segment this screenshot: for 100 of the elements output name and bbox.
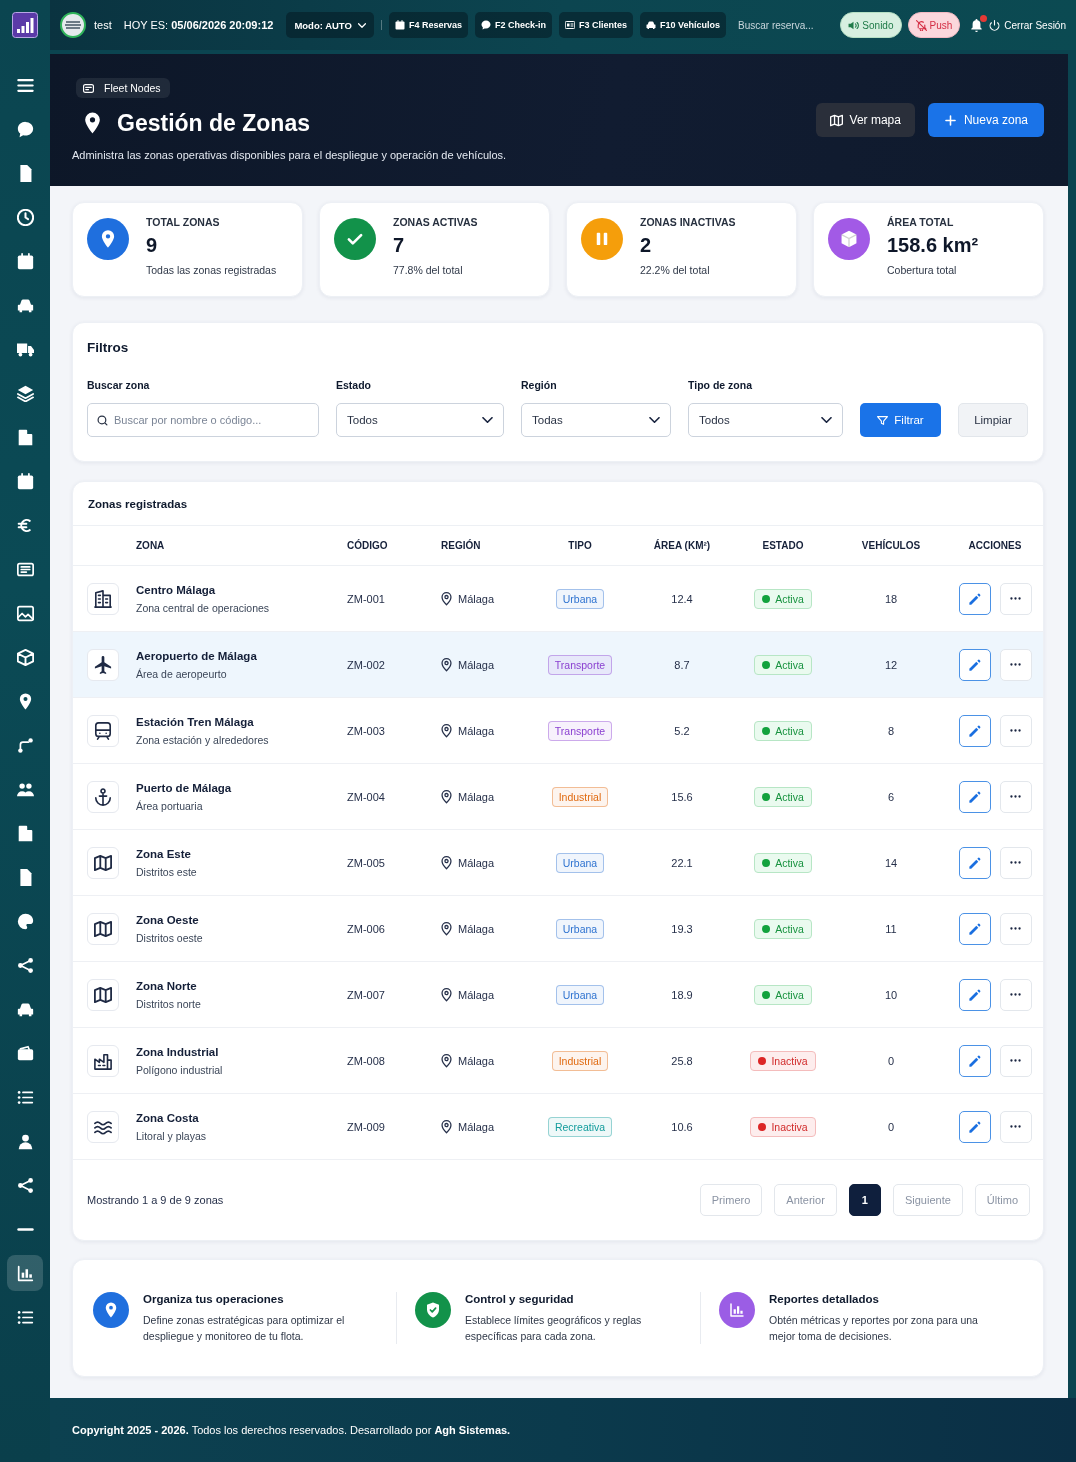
logout-button[interactable]: Cerrar Sesión (989, 19, 1066, 31)
shortcut-button[interactable]: F2 Check-in (474, 12, 552, 38)
zone-code: ZM-001 (347, 592, 385, 605)
region-name: Málaga (458, 922, 495, 935)
field-label: Región (521, 378, 557, 392)
table-row[interactable]: Zona Costa Litoral y playas ZM-009 Málaga Recreativa 10.6 Inactiva 0 (73, 1094, 1043, 1160)
column-header: VEHÍCULOS (861, 540, 921, 551)
edit-button[interactable] (958, 978, 991, 1011)
area-value: 12.4 (671, 592, 693, 605)
stat-label: ZONAS ACTIVAS (393, 215, 478, 229)
table-row[interactable]: Zona Norte Distritos norte ZM-007 Málaga Urbana 18.9 Activa 10 (73, 962, 1043, 1028)
type-badge: Transporte (547, 654, 613, 675)
table-row[interactable]: Zona Oeste Distritos oeste ZM-006 Málaga Urbana 19.3 Activa 11 (73, 896, 1043, 962)
column-header: TIPO (568, 540, 592, 551)
image-icon (16, 604, 34, 622)
table-row[interactable]: Zona Industrial Polígono industrial ZM-008 Málaga Industrial 25.8 Inactiva 0 (73, 1028, 1043, 1094)
palette-icon (16, 912, 34, 930)
dots-icon (1010, 663, 1021, 666)
edit-button[interactable] (958, 912, 991, 945)
avatar-icon[interactable] (60, 12, 86, 38)
status-dot-icon (762, 660, 771, 669)
factory-icon (87, 1044, 119, 1077)
sidebar-item[interactable] (7, 1255, 43, 1291)
map-icon (87, 846, 119, 879)
status-label: Activa (775, 987, 804, 1002)
share-icon (16, 956, 34, 974)
edit-button[interactable] (958, 846, 991, 879)
zone-description: Zona central de operaciones (136, 600, 270, 615)
vehicle-count: 14 (884, 856, 898, 869)
stat-label: TOTAL ZONAS (146, 215, 220, 229)
breadcrumb-link[interactable]: Fleet Nodes (76, 78, 170, 98)
edit-button[interactable] (958, 1110, 991, 1143)
region-name: Málaga (458, 592, 495, 605)
pencil-icon (968, 922, 981, 935)
bell-slash-icon (915, 19, 927, 31)
stat-note: Cobertura total (887, 263, 957, 277)
type-badge: Urbana (555, 984, 605, 1005)
stat-note: Todas las zonas registradas (146, 263, 277, 277)
status-dot-icon (762, 990, 771, 999)
status-dot-icon (762, 594, 771, 603)
status-label: Inactiva (771, 1119, 808, 1134)
shortcut-button[interactable]: F4 Reservas (388, 12, 468, 38)
edit-button[interactable] (958, 648, 991, 681)
mode-dropdown[interactable]: Modo: AUTO (286, 12, 374, 38)
status-dot-icon (762, 792, 771, 801)
add-button[interactable]: Nueva zona (927, 103, 1044, 137)
zone-name: Zona Industrial (136, 1044, 219, 1060)
shortcut-button[interactable]: F10 Vehículos (639, 12, 726, 38)
vehicle-count: 0 (887, 1120, 895, 1133)
pencil-icon (968, 658, 981, 671)
layers-icon (16, 384, 34, 402)
edit-button[interactable] (958, 1044, 991, 1077)
dash-icon (16, 1227, 34, 1231)
stat-value: 7 (393, 233, 405, 257)
table-row[interactable]: Zona Este Distritos este ZM-005 Málaga Urbana 22.1 Activa 14 (73, 830, 1043, 896)
zone-code: ZM-008 (347, 1054, 385, 1067)
edit-button[interactable] (958, 582, 991, 615)
people-icon (16, 780, 34, 798)
type-badge: Industrial (551, 1050, 609, 1071)
zone-description: Distritos oeste (136, 930, 203, 945)
notification-dot-icon (980, 14, 988, 22)
map-pin-icon (441, 789, 452, 804)
box-icon (16, 648, 34, 666)
dropdown-field[interactable]: Todos (336, 403, 504, 437)
region-name: Málaga (458, 1120, 495, 1133)
filter-button[interactable]: Filtrar (860, 403, 941, 437)
dropdown-field[interactable]: Todas (521, 403, 671, 437)
logo-icon[interactable] (12, 12, 38, 38)
train-icon (87, 714, 119, 747)
search-field[interactable]: Buscar reserva... (738, 15, 835, 35)
page-button[interactable]: 1 (848, 1184, 881, 1216)
zone-code: ZM-005 (347, 856, 385, 869)
zone-code: ZM-002 (347, 658, 385, 671)
zone-name: Puerto de Málaga (136, 780, 232, 796)
search-field[interactable]: Buscar por nombre o código... (87, 403, 319, 437)
table-row[interactable]: Puerto de Málaga Área portuaria ZM-004 Málaga Industrial 15.6 Activa 6 (73, 764, 1043, 830)
calendar-icon (394, 20, 405, 30)
zone-description: Zona estación y alrededores (136, 732, 269, 747)
clear-button[interactable]: Limpiar (958, 403, 1028, 437)
table-row[interactable]: Estación Tren Málaga Zona estación y alrededores ZM-003 Málaga Transporte 5.2 Activa 8 (73, 698, 1043, 764)
table-row[interactable]: Aeropuerto de Málaga Área de aeropeurto ZM-002 Málaga Transporte 8.7 Activa 12 (73, 632, 1043, 698)
type-badge: Urbana (555, 852, 605, 873)
map-pin-icon (441, 1053, 452, 1068)
zone-description: Litoral y playas (136, 1128, 207, 1143)
dropdown-field[interactable]: Todos (688, 403, 843, 437)
toggle-button[interactable]: Push (907, 12, 961, 38)
status-dot-icon (758, 1056, 767, 1065)
pencil-icon (968, 988, 981, 1001)
shortcut-button[interactable]: F3 Clientes (558, 12, 633, 38)
dots-icon (1010, 861, 1021, 864)
edit-button[interactable] (958, 780, 991, 813)
feature-title: Control y seguridad (465, 1292, 574, 1306)
toggle-button[interactable]: Sonido (840, 12, 902, 38)
status-dot-icon (762, 924, 771, 933)
vehicle-count: 0 (887, 1054, 895, 1067)
map-button[interactable]: Ver mapa (815, 103, 915, 137)
zone-name: Centro Málaga (136, 582, 216, 598)
speaker-icon (848, 19, 860, 31)
edit-button[interactable] (958, 714, 991, 747)
feature-description: Define zonas estratégicas para optimizar el despliegue y monitoreo de tu flota. (143, 1313, 346, 1344)
